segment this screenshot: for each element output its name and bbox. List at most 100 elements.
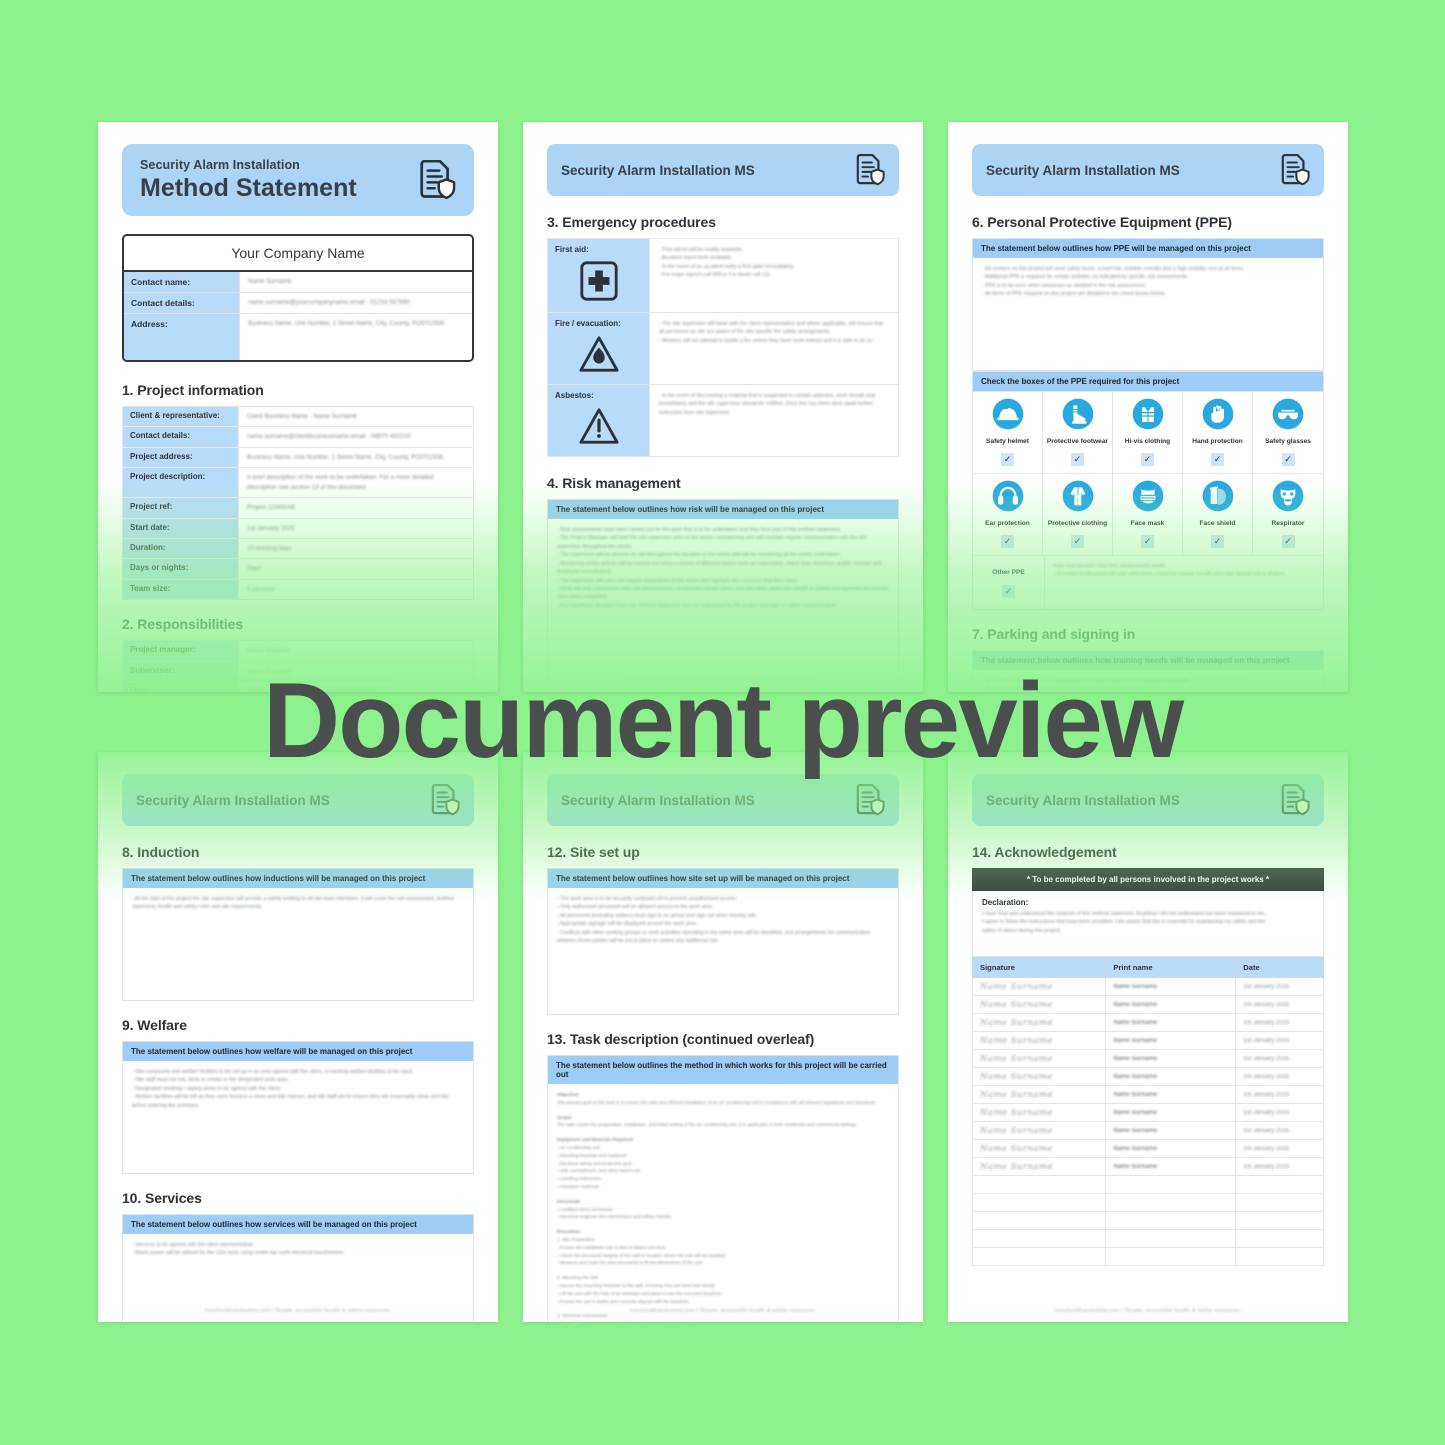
empty-cell[interactable]	[971, 1193, 1107, 1212]
date-cell[interactable]: 1st January 2025	[1235, 1139, 1324, 1158]
signature-row-empty[interactable]	[971, 1247, 1324, 1266]
ppe-checkbox[interactable]: ✓	[1141, 535, 1154, 548]
document-page-5[interactable]: Security Alarm Installation MS 12. Site …	[523, 752, 923, 1322]
emergency-label: Asbestos:	[547, 384, 650, 457]
document-page-6[interactable]: Security Alarm Installation MS 14. Ackno…	[948, 752, 1348, 1322]
ppe-grid: Safety helmet ✓ Protective footwear ✓ Hi-vis…	[972, 391, 1324, 556]
signature-row-empty[interactable]	[971, 1229, 1324, 1248]
date-cell[interactable]: 1st January 2025	[1235, 1103, 1324, 1122]
ppe-checkbox[interactable]: ✓	[1211, 535, 1224, 548]
ppe-item[interactable]: Hi-vis clothing ✓	[1113, 392, 1183, 474]
signature-cell[interactable]: Name Surname	[971, 1103, 1107, 1122]
ppe-checkbox[interactable]: ✓	[1001, 535, 1014, 548]
print-name-cell[interactable]: Name Surname	[1105, 1049, 1237, 1068]
print-name-cell[interactable]: Name Surname	[1105, 1103, 1237, 1122]
ppe-checkbox[interactable]: ✓	[1281, 453, 1295, 466]
empty-cell[interactable]	[971, 1247, 1107, 1266]
document-shield-icon	[431, 784, 460, 816]
empty-cell[interactable]	[1235, 1211, 1324, 1230]
empty-cell[interactable]	[1235, 1229, 1324, 1248]
signature-cell[interactable]: Name Surname	[971, 1157, 1107, 1176]
signature-cell[interactable]: Name Surname	[971, 1067, 1107, 1086]
signature-row[interactable]: Name Surname Name Surname 1st January 2025	[971, 1013, 1324, 1032]
ppe-checkbox[interactable]: ✓	[1281, 535, 1295, 548]
signature-row[interactable]: Name Surname Name Surname 1st January 2025	[971, 1085, 1324, 1104]
statement-banner: The statement below outlines how trainin…	[973, 651, 1323, 670]
body-line	[557, 1267, 889, 1274]
date-cell[interactable]: 1st January 2025	[1235, 1121, 1324, 1140]
signature-row[interactable]: Name Surname Name Surname 1st January 2025	[971, 1103, 1324, 1122]
document-page-4[interactable]: Security Alarm Installation MS 8. Induct…	[98, 752, 498, 1322]
empty-cell[interactable]	[1105, 1229, 1237, 1248]
empty-cell[interactable]	[1235, 1175, 1324, 1194]
empty-cell[interactable]	[1105, 1175, 1237, 1194]
document-page-3[interactable]: Security Alarm Installation MS 6. Person…	[948, 122, 1348, 692]
print-name-cell[interactable]: Name Surname	[1105, 1139, 1237, 1158]
signature-cell[interactable]: Name Surname	[971, 1121, 1107, 1140]
signature-cell[interactable]: Name Surname	[971, 1049, 1107, 1068]
print-name-cell[interactable]: Name Surname	[1105, 1013, 1237, 1032]
date-cell[interactable]: 1st January 2025	[1235, 1049, 1324, 1068]
date-cell[interactable]: 1st January 2025	[1235, 1013, 1324, 1032]
empty-cell[interactable]	[971, 1211, 1107, 1230]
signature-row-empty[interactable]	[971, 1211, 1324, 1230]
print-name-cell[interactable]: Name Surname	[1105, 977, 1237, 996]
empty-cell[interactable]	[1105, 1193, 1237, 1212]
ppe-item[interactable]: Safety glasses ✓	[1253, 392, 1323, 474]
ppe-item[interactable]: Safety helmet ✓	[973, 392, 1043, 474]
empty-cell[interactable]	[1235, 1193, 1324, 1212]
print-name-cell[interactable]: Name Surname	[1105, 1031, 1237, 1050]
date-cell[interactable]: 1st January 2025	[1235, 1031, 1324, 1050]
document-page-2[interactable]: Security Alarm Installation MS 3. Emerge…	[523, 122, 923, 692]
date-cell[interactable]: 1st January 2025	[1235, 1157, 1324, 1176]
ppe-checkbox[interactable]: ✓	[1071, 535, 1084, 548]
print-name-cell[interactable]: Name Surname	[1105, 1121, 1237, 1140]
print-name-cell[interactable]: Name Surname	[1105, 1085, 1237, 1104]
signature-row[interactable]: Name Surname Name Surname 1st January 2025	[971, 995, 1324, 1014]
print-name-cell[interactable]: Name Surname	[1105, 1067, 1237, 1086]
ppe-item[interactable]: Ear protection ✓	[973, 474, 1043, 556]
ppe-checkbox[interactable]: ✓	[1141, 453, 1154, 466]
date-cell[interactable]: 1st January 2025	[1235, 995, 1324, 1014]
ppe-item[interactable]: Face mask ✓	[1113, 474, 1183, 556]
signature-cell[interactable]: Name Surname	[971, 1139, 1107, 1158]
date-cell[interactable]: 1st January 2025	[1235, 1067, 1324, 1086]
signature-row[interactable]: Name Surname Name Surname 1st January 2025	[971, 977, 1324, 996]
signature-row[interactable]: Name Surname Name Surname 1st January 2025	[971, 1121, 1324, 1140]
print-name-cell[interactable]: Name Surname	[1105, 1157, 1237, 1176]
body-line: - Site compound and welfare facilities t…	[132, 1069, 414, 1075]
signature-row[interactable]: Name Surname Name Surname 1st January 2025	[971, 1067, 1324, 1086]
print-name-cell[interactable]: Name Surname	[1105, 995, 1237, 1014]
signature-row[interactable]: Name Surname Name Surname 1st January 2025	[971, 1049, 1324, 1068]
ppe-item[interactable]: Respirator ✓	[1253, 474, 1323, 556]
signature-table[interactable]: Signature Print name Date Name Surname Name…	[971, 957, 1324, 1266]
ppe-checkbox[interactable]: ✓	[1001, 453, 1014, 466]
empty-cell[interactable]	[971, 1229, 1107, 1248]
signature-cell[interactable]: Name Surname	[971, 1013, 1107, 1032]
signature-cell[interactable]: Name Surname	[971, 977, 1107, 996]
ppe-item[interactable]: Protective footwear ✓	[1043, 392, 1113, 474]
ppe-item[interactable]: Hand protection ✓	[1183, 392, 1253, 474]
date-cell[interactable]: 1st January 2025	[1235, 1085, 1324, 1104]
document-shield-icon	[856, 784, 885, 816]
ppe-item[interactable]: Face shield ✓	[1183, 474, 1253, 556]
signature-row[interactable]: Name Surname Name Surname 1st January 2025	[971, 1031, 1324, 1050]
signature-row-empty[interactable]	[971, 1175, 1324, 1194]
ppe-checkbox[interactable]: ✓	[1211, 453, 1224, 466]
date-cell[interactable]: 1st January 2025	[1235, 977, 1324, 996]
ppe-checkbox[interactable]: ✓	[1071, 453, 1084, 466]
signature-cell[interactable]: Name Surname	[971, 1085, 1107, 1104]
signature-cell[interactable]: Name Surname	[971, 1031, 1107, 1050]
signature-cell[interactable]: Name Surname	[971, 995, 1107, 1014]
empty-cell[interactable]	[971, 1175, 1107, 1194]
document-page-1[interactable]: Security Alarm Installation Method State…	[98, 122, 498, 692]
signature-row[interactable]: Name Surname Name Surname 1st January 2025	[971, 1157, 1324, 1176]
signature-row-empty[interactable]	[971, 1193, 1324, 1212]
empty-cell[interactable]	[1105, 1211, 1237, 1230]
signature-row[interactable]: Name Surname Name Surname 1st January 2025	[971, 1139, 1324, 1158]
empty-cell[interactable]	[1235, 1247, 1324, 1266]
table-row: Duration: 10 working days	[122, 538, 474, 559]
ppe-item[interactable]: Protective clothing ✓	[1043, 474, 1113, 556]
empty-cell[interactable]	[1105, 1247, 1237, 1266]
ppe-other-checkbox[interactable]: ✓	[1002, 585, 1015, 598]
